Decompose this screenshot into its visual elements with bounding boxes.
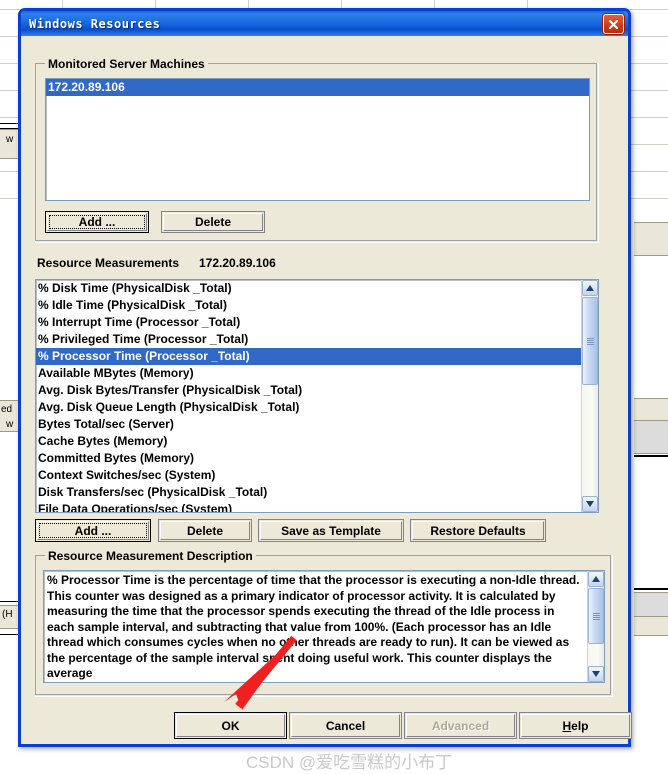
list-item[interactable]: Committed Bytes (Memory) bbox=[36, 450, 598, 467]
monitored-servers-list[interactable]: 172.20.89.106 bbox=[45, 78, 590, 201]
bg-rule bbox=[0, 634, 18, 635]
scroll-up-icon[interactable] bbox=[588, 571, 604, 587]
servers-delete-label: Delete bbox=[194, 215, 232, 229]
bg-rule bbox=[0, 123, 18, 124]
resource-measurements-rows: % Disk Time (PhysicalDisk _Total)% Idle … bbox=[36, 280, 598, 512]
cancel-label: Cancel bbox=[325, 718, 366, 733]
list-item[interactable]: % Privileged Time (Processor _Total) bbox=[36, 331, 598, 348]
resource-measurements-label: Resource Measurements bbox=[37, 256, 180, 270]
bg-band bbox=[634, 592, 668, 618]
bg-band bbox=[634, 420, 668, 454]
resource-measurements-machine: 172.20.89.106 bbox=[199, 256, 276, 270]
description-group: Resource Measurement Description % Proce… bbox=[35, 549, 613, 697]
help-label-rest: elp bbox=[571, 718, 589, 733]
list-item[interactable]: Cache Bytes (Memory) bbox=[36, 433, 598, 450]
list-item[interactable]: Avg. Disk Queue Length (PhysicalDisk _To… bbox=[36, 399, 598, 416]
bg-fragment: ed bbox=[1, 404, 13, 415]
description-group-label: Resource Measurement Description bbox=[45, 549, 256, 563]
close-icon[interactable] bbox=[603, 14, 624, 34]
list-item[interactable]: Available MBytes (Memory) bbox=[36, 365, 598, 382]
ok-label: OK bbox=[221, 718, 240, 733]
list-item[interactable]: % Processor Time (Processor _Total) bbox=[36, 348, 598, 365]
bg-rule bbox=[634, 588, 668, 590]
servers-add-label: Add ... bbox=[78, 215, 116, 229]
restore-defaults-label: Restore Defaults bbox=[430, 523, 526, 538]
scroll-down-icon[interactable] bbox=[588, 666, 604, 682]
list-item[interactable]: % Interrupt Time (Processor _Total) bbox=[36, 314, 598, 331]
list-item[interactable]: Disk Transfers/sec (PhysicalDisk _Total) bbox=[36, 484, 598, 501]
bg-rule bbox=[0, 601, 18, 602]
monitored-servers-group-label: Monitored Server Machines bbox=[45, 57, 208, 71]
ok-button[interactable]: OK bbox=[174, 712, 287, 739]
bg-fragment: w bbox=[6, 134, 14, 145]
save-as-template-label: Save as Template bbox=[281, 523, 381, 538]
advanced-label: Advanced bbox=[431, 718, 490, 733]
help-button[interactable]: Help bbox=[519, 712, 632, 739]
list-item[interactable]: File Data Operations/sec (System) bbox=[36, 501, 598, 512]
description-text: % Processor Time is the percentage of ti… bbox=[47, 573, 580, 680]
bg-band bbox=[634, 398, 668, 422]
bg-rule bbox=[634, 455, 668, 457]
restore-defaults-button[interactable]: Restore Defaults bbox=[410, 519, 546, 542]
measurements-add-button[interactable]: Add ... bbox=[35, 519, 151, 542]
help-accel-key: H bbox=[562, 718, 572, 733]
help-label: Help bbox=[562, 719, 588, 733]
watermark: CSDN @爱吃雪糕的小布丁 bbox=[246, 753, 453, 772]
measurements-delete-label: Delete bbox=[186, 523, 224, 538]
list-item[interactable]: % Idle Time (PhysicalDisk _Total) bbox=[36, 297, 598, 314]
description-scrollbar[interactable] bbox=[587, 571, 604, 682]
scroll-thumb[interactable] bbox=[582, 297, 598, 385]
scroll-thumb[interactable] bbox=[588, 588, 604, 644]
scroll-down-icon[interactable] bbox=[582, 496, 598, 512]
resource-measurements-list[interactable]: % Disk Time (PhysicalDisk _Total)% Idle … bbox=[35, 279, 599, 513]
scroll-up-icon[interactable] bbox=[582, 280, 598, 296]
list-item[interactable]: Bytes Total/sec (Server) bbox=[36, 416, 598, 433]
bg-fragment: w bbox=[6, 419, 14, 430]
list-item[interactable]: 172.20.89.106 bbox=[46, 79, 589, 96]
advanced-button: Advanced bbox=[404, 712, 517, 739]
window-title: Windows Resources bbox=[29, 16, 161, 31]
description-textbox[interactable]: % Processor Time is the percentage of ti… bbox=[43, 570, 605, 683]
dialog-client-area: Monitored Server Machines 172.20.89.106 … bbox=[21, 36, 632, 744]
bg-band bbox=[634, 222, 668, 256]
cancel-button[interactable]: Cancel bbox=[289, 712, 402, 739]
measurements-delete-button[interactable]: Delete bbox=[158, 519, 252, 542]
bg-band bbox=[634, 616, 668, 636]
servers-add-button[interactable]: Add ... bbox=[45, 211, 149, 233]
list-item[interactable]: Context Switches/sec (System) bbox=[36, 467, 598, 484]
resource-list-scrollbar[interactable] bbox=[581, 280, 598, 512]
title-bar[interactable]: Windows Resources bbox=[21, 11, 628, 36]
bg-fragment: (H bbox=[2, 609, 13, 620]
measurements-add-label: Add ... bbox=[74, 523, 112, 538]
save-as-template-button[interactable]: Save as Template bbox=[258, 519, 404, 542]
list-item[interactable]: Avg. Disk Bytes/Transfer (PhysicalDisk _… bbox=[36, 382, 598, 399]
monitored-servers-group: Monitored Server Machines 172.20.89.106 … bbox=[35, 57, 599, 243]
servers-delete-button[interactable]: Delete bbox=[161, 211, 265, 233]
windows-resources-dialog: Windows Resources Monitored Server Machi… bbox=[18, 8, 632, 747]
list-item[interactable]: % Disk Time (PhysicalDisk _Total) bbox=[36, 280, 598, 297]
